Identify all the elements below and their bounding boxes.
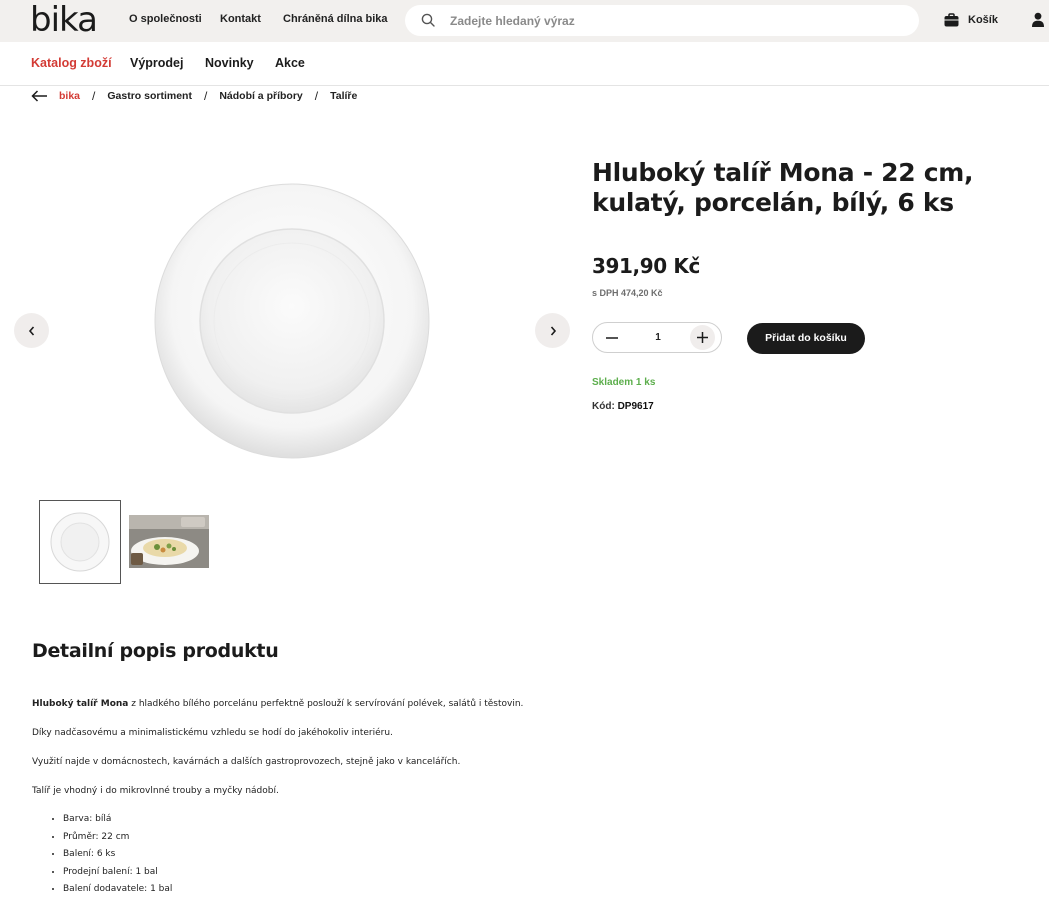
product-price: 391,90 Kč <box>592 254 700 278</box>
user-icon[interactable] <box>1031 12 1045 28</box>
list-item: Průměr: 22 cm <box>63 830 172 848</box>
quantity-stepper: 1 <box>592 322 722 353</box>
breadcrumb-separator: / <box>92 89 96 103</box>
list-item: Balení: 6 ks <box>63 847 172 865</box>
logo[interactable]: bika <box>30 2 98 38</box>
gallery-next-button[interactable] <box>535 313 570 348</box>
breadcrumb-separator: / <box>314 89 319 103</box>
add-to-cart-button[interactable]: Přidat do košíku <box>747 323 865 354</box>
product-image[interactable] <box>153 182 431 460</box>
search-bar <box>405 5 919 36</box>
arrow-left-icon[interactable] <box>31 90 48 102</box>
bag-icon <box>944 13 959 27</box>
description-paragraph-4: Talíř je vhodný i do mikrovlnné trouby a… <box>32 786 279 796</box>
cart-button[interactable]: Košík <box>944 12 998 28</box>
breadcrumb-gastro[interactable]: Gastro sortiment <box>107 90 192 102</box>
nav-news[interactable]: Novinky <box>205 56 254 70</box>
link-sheltered-workshop[interactable]: Chráněná dílna bika <box>283 13 388 25</box>
product-title: Hluboký talíř Mona - 22 cm, kulatý, porc… <box>592 158 974 217</box>
breadcrumb-home[interactable]: bika <box>59 90 80 102</box>
top-bar: bika O společnosti Kontakt Chráněná díln… <box>0 0 1049 42</box>
search-input[interactable] <box>450 5 890 36</box>
plus-icon <box>697 332 708 343</box>
list-item: Balení dodavatele: 1 bal <box>63 882 172 898</box>
cart-label: Košík <box>968 14 998 26</box>
breadcrumb-dishes[interactable]: Nádobí a příbory <box>219 90 302 102</box>
nav-promotions[interactable]: Akce <box>275 56 305 70</box>
nav-catalog[interactable]: Katalog zboží <box>31 56 112 70</box>
description-spec-list: Barva: bílá Průměr: 22 cm Balení: 6 ks P… <box>63 812 172 898</box>
description-p1-text: z hladkého bílého porcelánu perfektně po… <box>128 699 524 709</box>
main-nav: Katalog zboží Výprodej Novinky Akce <box>0 42 1049 86</box>
breadcrumb: bika / Gastro sortiment / Nádobí a příbo… <box>31 89 357 103</box>
link-about[interactable]: O společnosti <box>129 13 202 25</box>
breadcrumb-plates[interactable]: Talíře <box>330 90 357 102</box>
list-item: Barva: bílá <box>63 812 172 830</box>
description-paragraph-2: Díky nadčasovému a minimalistickému vzhl… <box>32 728 393 738</box>
nav-sale[interactable]: Výprodej <box>130 56 184 70</box>
thumbnail-2[interactable] <box>129 515 209 568</box>
search-icon[interactable] <box>421 13 435 27</box>
description-title: Detailní popis produktu <box>32 640 279 662</box>
description-paragraph-1: Hluboký talíř Mona z hladkého bílého por… <box>32 699 523 709</box>
product-code-label: Kód: <box>592 401 615 412</box>
plus-button[interactable] <box>690 325 715 350</box>
product-code: DP9617 <box>617 401 654 412</box>
stock-status: Skladem 1 ks <box>592 377 656 388</box>
list-item: Prodejní balení: 1 bal <box>63 865 172 883</box>
thumbnail-1[interactable] <box>39 500 121 584</box>
quantity-value[interactable]: 1 <box>643 323 673 352</box>
thumbnail-plate-image <box>50 512 110 572</box>
minus-icon[interactable] <box>605 331 619 345</box>
description-product-name: Hluboký talíř Mona <box>32 699 129 709</box>
description-paragraph-3: Využití najde v domácnostech, kavárnách … <box>32 757 461 767</box>
link-contact[interactable]: Kontakt <box>220 13 261 25</box>
chevron-right-icon <box>550 325 556 336</box>
chevron-left-icon <box>28 325 34 336</box>
product-price-vat: s DPH 474,20 Kč <box>592 288 663 298</box>
gallery-prev-button[interactable] <box>14 313 49 348</box>
product-code-row: Kód: DP9617 <box>592 401 654 412</box>
breadcrumb-separator: / <box>203 89 208 103</box>
